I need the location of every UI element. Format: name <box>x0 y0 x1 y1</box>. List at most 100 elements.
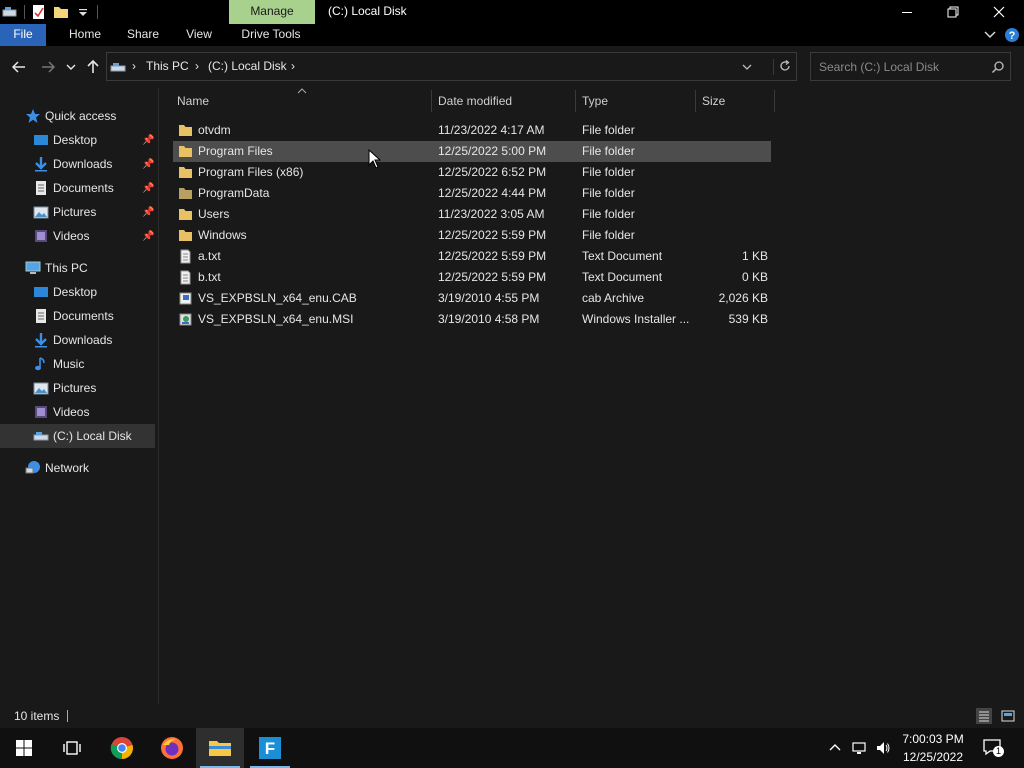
breadcrumb-local-disk[interactable]: (C:) Local Disk <box>208 53 287 80</box>
breadcrumb-separator-icon[interactable]: › <box>132 53 136 80</box>
back-button[interactable] <box>8 56 30 78</box>
volume-icon[interactable] <box>875 740 891 756</box>
nav-quick-downloads[interactable]: Downloads 📌 <box>0 152 155 176</box>
tab-file[interactable]: File <box>0 24 46 46</box>
tab-share[interactable]: Share <box>120 24 166 46</box>
column-size-header[interactable]: Size <box>702 88 725 115</box>
file-row[interactable]: Program Files 12/25/2022 5:00 PM File fo… <box>173 141 771 162</box>
nav-quick-desktop[interactable]: Desktop 📌 <box>0 128 155 152</box>
large-icons-view-button[interactable] <box>1000 708 1016 724</box>
search-box <box>810 52 1011 81</box>
chrome-taskbar-button[interactable] <box>98 728 146 768</box>
address-history-button[interactable] <box>741 61 753 73</box>
drive-icon[interactable] <box>2 4 18 20</box>
file-row[interactable]: Windows 12/25/2022 5:59 PM File folder <box>173 225 771 246</box>
nav-quick-videos[interactable]: Videos 📌 <box>0 224 155 248</box>
nav-this-pc[interactable]: This PC <box>0 256 155 280</box>
videos-icon <box>33 404 49 420</box>
search-input[interactable] <box>819 53 989 80</box>
breadcrumb-this-pc[interactable]: This PC <box>146 53 189 80</box>
nav-label: Documents <box>53 309 114 323</box>
pin-icon[interactable]: 📌 <box>142 136 154 146</box>
firefox-taskbar-button[interactable] <box>148 728 196 768</box>
task-view-button[interactable] <box>48 728 96 768</box>
pictures-icon <box>33 380 49 396</box>
forward-button[interactable] <box>37 56 59 78</box>
details-view-button[interactable] <box>976 708 992 724</box>
file-row[interactable]: Users 11/23/2022 3:05 AM File folder <box>173 204 771 225</box>
file-row[interactable]: otvdm 11/23/2022 4:17 AM File folder <box>173 120 771 141</box>
tab-view[interactable]: View <box>178 24 220 46</box>
start-button[interactable] <box>0 728 48 768</box>
file-type: Text Document <box>582 249 663 263</box>
file-explorer-taskbar-button[interactable] <box>196 728 244 768</box>
file-row[interactable]: VS_EXPBSLN_x64_enu.MSI 3/19/2010 4:58 PM… <box>173 309 771 330</box>
file-type: File folder <box>582 123 635 137</box>
task-view-icon <box>63 741 81 755</box>
restore-icon <box>947 6 959 18</box>
close-button[interactable] <box>976 0 1022 24</box>
column-separator[interactable] <box>695 90 696 112</box>
nav-pc-documents[interactable]: Documents <box>0 304 155 328</box>
nav-label: Desktop <box>53 285 98 299</box>
help-button[interactable]: ? <box>1004 27 1020 43</box>
column-name-header[interactable]: Name <box>177 88 209 115</box>
customize-toolbar-icon[interactable] <box>75 4 91 20</box>
file-row[interactable]: Program Files (x86) 12/25/2022 6:52 PM F… <box>173 162 771 183</box>
downloads-icon <box>33 156 49 172</box>
file-row[interactable]: ProgramData 12/25/2022 4:44 PM File fold… <box>173 183 771 204</box>
refresh-button[interactable] <box>773 59 790 75</box>
drive-icon <box>33 428 49 444</box>
new-folder-icon[interactable] <box>53 4 69 20</box>
pin-icon[interactable]: 📌 <box>142 184 154 194</box>
column-separator[interactable] <box>575 90 576 112</box>
nav-quick-documents[interactable]: Documents 📌 <box>0 176 155 200</box>
expand-ribbon-button[interactable] <box>982 28 998 42</box>
nav-label: Videos <box>53 229 90 243</box>
network-status-icon[interactable] <box>851 740 867 756</box>
search-icon[interactable] <box>991 60 1005 74</box>
column-separator[interactable] <box>774 90 775 112</box>
app-f-taskbar-button[interactable]: F <box>246 728 294 768</box>
downloads-icon <box>33 332 49 348</box>
column-type-header[interactable]: Type <box>582 88 608 115</box>
nav-quick-access[interactable]: Quick access <box>0 104 155 128</box>
window-title: (C:) Local Disk <box>328 4 407 18</box>
properties-icon[interactable] <box>31 4 47 20</box>
nav-pc-videos[interactable]: Videos <box>0 400 155 424</box>
pin-icon[interactable]: 📌 <box>142 160 154 170</box>
navigation-pane: Quick access Desktop 📌 Downloads 📌 Docum… <box>0 88 158 704</box>
tab-drive-tools[interactable]: Drive Tools <box>236 24 306 46</box>
minimize-button[interactable] <box>884 0 930 24</box>
nav-pc-downloads[interactable]: Downloads <box>0 328 155 352</box>
nav-network[interactable]: Network <box>0 456 155 480</box>
file-row[interactable]: b.txt 12/25/2022 5:59 PM Text Document 0… <box>173 267 771 288</box>
nav-pc-local-disk[interactable]: (C:) Local Disk <box>0 424 155 448</box>
nav-pc-pictures[interactable]: Pictures <box>0 376 155 400</box>
close-icon <box>993 6 1005 18</box>
tab-home[interactable]: Home <box>60 24 110 46</box>
system-clock[interactable]: 7:00:03 PM 12/25/2022 <box>898 728 968 768</box>
file-size: 1 KB <box>741 249 768 263</box>
file-row[interactable]: VS_EXPBSLN_x64_enu.CAB 3/19/2010 4:55 PM… <box>173 288 771 309</box>
text-file-icon <box>178 270 193 285</box>
column-date-header[interactable]: Date modified <box>438 88 512 115</box>
nav-quick-pictures[interactable]: Pictures 📌 <box>0 200 155 224</box>
address-bar[interactable]: › This PC › (C:) Local Disk › <box>106 52 797 81</box>
manage-tab[interactable]: Manage <box>229 0 315 24</box>
pin-icon[interactable]: 📌 <box>142 208 154 218</box>
recent-locations-button[interactable] <box>62 56 80 78</box>
restore-button[interactable] <box>930 0 976 24</box>
nav-pc-music[interactable]: Music <box>0 352 155 376</box>
pin-icon[interactable]: 📌 <box>142 232 154 242</box>
breadcrumb-separator-icon[interactable]: › <box>195 53 199 80</box>
action-center-button[interactable]: 1 <box>982 738 1004 758</box>
file-date: 12/25/2022 5:59 PM <box>438 228 547 242</box>
column-separator[interactable] <box>431 90 432 112</box>
nav-pc-desktop[interactable]: Desktop <box>0 280 155 304</box>
up-button[interactable] <box>82 56 104 78</box>
file-row[interactable]: a.txt 12/25/2022 5:59 PM Text Document 1… <box>173 246 771 267</box>
file-type: File folder <box>582 144 635 158</box>
breadcrumb-separator-icon[interactable]: › <box>291 53 295 80</box>
show-hidden-icons-button[interactable] <box>827 740 843 756</box>
